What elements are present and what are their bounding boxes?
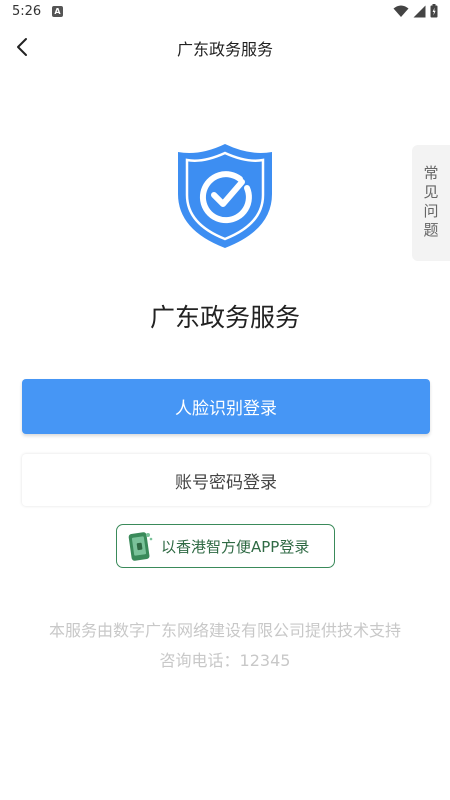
status-indicators [393, 4, 438, 18]
faq-tab[interactable]: 常见问题 [412, 145, 450, 261]
battery-icon [430, 4, 438, 18]
password-login-button[interactable]: 账号密码登录 [22, 454, 430, 506]
status-time: 5:26 [12, 4, 42, 19]
face-login-button[interactable]: 人脸识别登录 [22, 379, 430, 434]
status-bar: 5:26 A [0, 0, 450, 24]
signal-icon [413, 5, 426, 17]
hotline-text: 咨询电话：12345 [159, 651, 291, 670]
faq-label: 常见问题 [421, 165, 440, 241]
shield-check-icon [178, 144, 272, 248]
hk-login-label: 以香港智方便APP登录 [161, 537, 310, 556]
hk-app-login-button[interactable]: 以香港智方便APP登录 [116, 524, 335, 568]
nav-title: 广东政务服务 [176, 40, 273, 59]
shield-logo [174, 142, 276, 250]
support-text: 本服务由数字广东网络建设有限公司提供技术支持 [48, 621, 401, 640]
notification-icon: A [52, 6, 63, 17]
wifi-icon [393, 5, 409, 17]
app-name: 广东政务服务 [149, 303, 300, 332]
nav-bar: 广东政务服务 [0, 24, 450, 70]
phone-app-icon [128, 532, 153, 561]
